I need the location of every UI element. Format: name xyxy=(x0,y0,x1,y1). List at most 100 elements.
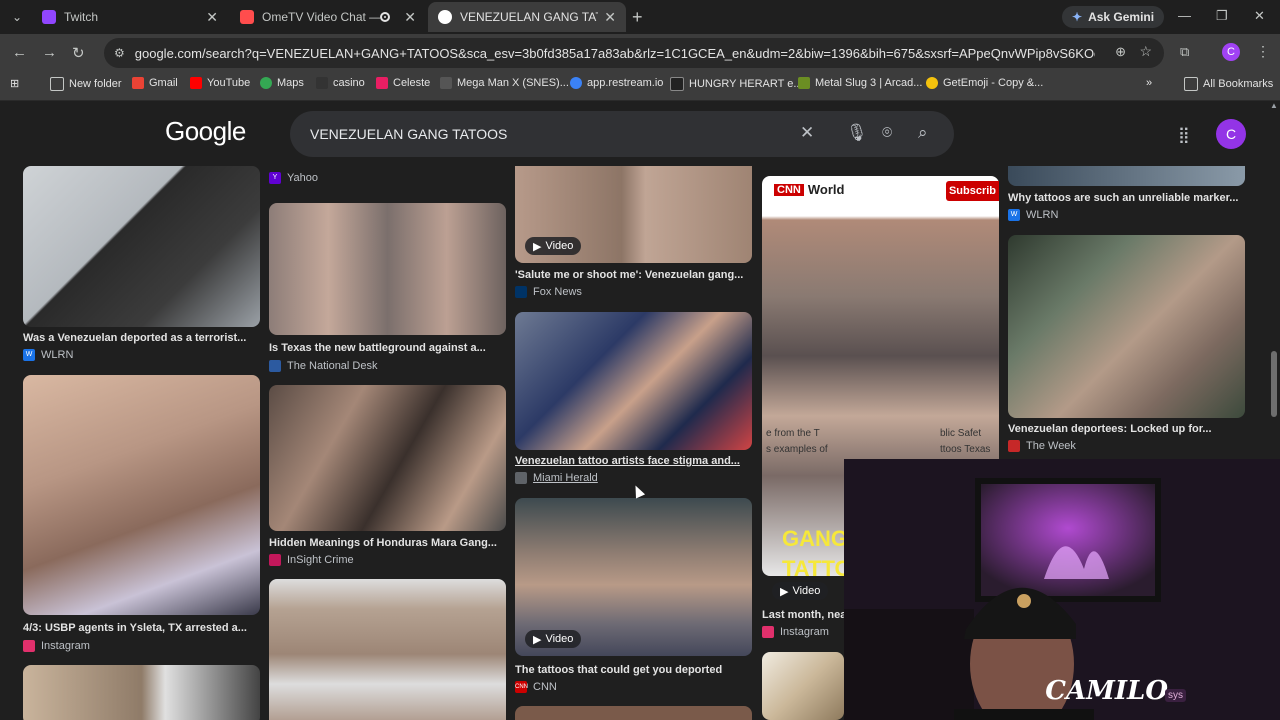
search-input[interactable] xyxy=(308,122,792,146)
cnn-icon: CNN xyxy=(515,681,528,693)
ask-gemini-button[interactable]: ✦ Ask Gemini xyxy=(1062,6,1165,28)
fox-news-icon xyxy=(515,286,527,298)
bookmark-metal-slug[interactable]: Metal Slug 3 | Arcad... xyxy=(798,77,922,89)
result-caption[interactable]: Why tattoos are such an unreliable marke… xyxy=(1008,192,1245,204)
account-avatar[interactable]: C xyxy=(1216,119,1246,149)
scroll-up-icon[interactable]: ▲ xyxy=(1270,101,1278,110)
site-info-icon[interactable]: ⚙ xyxy=(114,46,125,60)
address-bar[interactable]: ⚙ google.com/search?q=VENEZUELAN+GANG+TA… xyxy=(104,38,1164,68)
image-result[interactable]: Why tattoos are such an unreliable marke… xyxy=(1008,166,1245,224)
image-result[interactable] xyxy=(23,665,260,720)
image-result[interactable]: Is Texas the new battleground against a.… xyxy=(269,203,506,372)
tab-search-icon[interactable]: ⌄ xyxy=(6,6,28,28)
play-icon: ▶ xyxy=(533,240,542,253)
result-thumbnail[interactable] xyxy=(515,312,752,450)
image-result[interactable] xyxy=(269,579,506,720)
minimize-icon[interactable]: — xyxy=(1178,8,1191,23)
instagram-icon xyxy=(762,626,774,638)
webcam-overlay: CAMILO sys xyxy=(844,459,1280,720)
bookmark-celeste[interactable]: Celeste xyxy=(376,77,430,89)
tab-twitch[interactable]: Twitch ✕ xyxy=(32,2,228,32)
bookmark-hungry-herart[interactable]: HUNGRY HERART e... xyxy=(670,77,803,91)
result-thumbnail[interactable] xyxy=(762,652,844,720)
image-result[interactable]: ▶ Video The tattoos that could get you de… xyxy=(515,498,752,693)
zoom-icon[interactable]: ⊕ xyxy=(1115,44,1126,60)
maximize-icon[interactable]: ❐ xyxy=(1216,8,1228,24)
play-icon: ▶ xyxy=(533,633,542,646)
bookmark-restream[interactable]: app.restream.io xyxy=(570,77,663,89)
bookmark-maps[interactable]: Maps xyxy=(260,77,304,89)
apps-grid-icon[interactable]: ⊞ xyxy=(10,77,19,90)
close-icon[interactable]: ✕ xyxy=(206,9,218,26)
google-apps-icon[interactable]: ⣿ xyxy=(1178,125,1190,145)
result-caption[interactable]: 'Salute me or shoot me': Venezuelan gang… xyxy=(515,269,752,281)
result-caption[interactable]: The tattoos that could get you deported xyxy=(515,664,752,676)
result-thumbnail[interactable] xyxy=(23,166,260,327)
reload-icon[interactable]: ↻ xyxy=(72,44,85,62)
lens-icon[interactable]: ⌾ xyxy=(882,123,892,143)
cnn-logo: CNN xyxy=(774,183,804,196)
bookmark-getemoji[interactable]: GetEmoji - Copy &... xyxy=(926,77,1043,89)
insight-crime-icon xyxy=(269,554,281,566)
bookmark-star-icon[interactable]: ☆ xyxy=(1139,43,1152,60)
result-caption[interactable]: Is Texas the new battleground against a.… xyxy=(269,342,506,354)
tab-strip: ⌄ Twitch ✕ OmeTV Video Chat — Ome ✕ VENE… xyxy=(0,0,1280,34)
scrollbar-thumb[interactable] xyxy=(1271,351,1277,417)
result-thumbnail[interactable] xyxy=(23,375,260,615)
image-result[interactable]: 4/3: USBP agents in Ysleta, TX arrested … xyxy=(23,375,260,652)
image-result[interactable] xyxy=(515,706,752,720)
forward-icon[interactable]: → xyxy=(42,44,57,61)
image-result[interactable]: Venezuelan deportees: Locked up for... T… xyxy=(1008,235,1245,455)
close-icon[interactable]: ✕ xyxy=(404,9,416,26)
image-result[interactable]: Hidden Meanings of Honduras Mara Gang...… xyxy=(269,385,506,566)
image-result[interactable]: ▶ Video 'Salute me or shoot me': Venezuel… xyxy=(515,166,752,301)
result-caption[interactable]: Was a Venezuelan deported as a terrorist… xyxy=(23,332,260,344)
result-caption[interactable]: Venezuelan deportees: Locked up for... xyxy=(1008,423,1245,435)
close-window-icon[interactable]: ✕ xyxy=(1254,8,1265,24)
google-logo[interactable]: Google xyxy=(165,116,246,147)
result-caption[interactable]: Hidden Meanings of Honduras Mara Gang... xyxy=(269,537,506,549)
twitch-icon xyxy=(42,10,56,24)
result-source: Yahoo xyxy=(287,172,318,184)
all-bookmarks[interactable]: All Bookmarks xyxy=(1184,77,1273,91)
extensions-icon[interactable]: ⧉ xyxy=(1180,44,1189,60)
bookmark-youtube[interactable]: YouTube xyxy=(190,77,250,89)
image-result[interactable]: Venezuelan tattoo artists face stigma an… xyxy=(515,312,752,487)
bookmark-new-folder[interactable]: New folder xyxy=(50,77,122,91)
result-thumbnail[interactable] xyxy=(269,579,506,720)
image-result[interactable] xyxy=(762,652,844,720)
tab-google-search[interactable]: VENEZUELAN GANG TATOOS - ✕ xyxy=(428,2,626,32)
result-thumbnail[interactable] xyxy=(515,706,752,720)
image-result[interactable]: Was a Venezuelan deported as a terrorist… xyxy=(23,166,260,366)
hungry-icon xyxy=(670,77,684,91)
profile-avatar[interactable]: C xyxy=(1222,43,1240,61)
result-thumbnail[interactable] xyxy=(23,665,260,720)
video-badge: ▶ Video xyxy=(525,237,582,255)
result-thumbnail[interactable] xyxy=(1008,235,1245,418)
result-thumbnail[interactable] xyxy=(1008,166,1245,186)
new-tab-icon[interactable]: + xyxy=(632,7,643,28)
cnn-overlay-text: e from the T s examples of xyxy=(766,428,828,455)
clear-icon[interactable]: ✕ xyxy=(800,123,814,143)
image-result[interactable]: Y Yahoo xyxy=(269,166,506,188)
result-caption[interactable]: 4/3: USBP agents in Ysleta, TX arrested … xyxy=(23,622,260,634)
url-text[interactable]: google.com/search?q=VENEZUELAN+GANG+TATO… xyxy=(135,46,1095,61)
tab-ometv[interactable]: OmeTV Video Chat — Ome ✕ xyxy=(230,2,426,32)
result-thumbnail[interactable] xyxy=(269,203,506,335)
mic-icon[interactable]: 🎙 xyxy=(846,123,868,143)
result-thumbnail[interactable] xyxy=(269,385,506,531)
result-caption[interactable]: Venezuelan tattoo artists face stigma an… xyxy=(515,455,752,467)
bookmark-casino[interactable]: casino xyxy=(316,77,365,89)
casino-icon xyxy=(316,77,328,89)
bookmark-gmail[interactable]: Gmail xyxy=(132,77,178,89)
recording-icon xyxy=(380,12,391,22)
megaman-icon xyxy=(440,77,452,89)
search-icon[interactable]: ⌕ xyxy=(918,123,928,143)
search-box[interactable]: ✕ 🎙 ⌾ ⌕ xyxy=(290,111,954,157)
back-icon[interactable]: ← xyxy=(12,44,27,61)
close-icon[interactable]: ✕ xyxy=(604,9,616,26)
menu-icon[interactable]: ⋮ xyxy=(1256,43,1270,60)
more-bookmarks-icon[interactable]: » xyxy=(1146,77,1152,89)
gmail-icon xyxy=(132,77,144,89)
bookmark-mega-man[interactable]: Mega Man X (SNES)... xyxy=(440,77,569,89)
